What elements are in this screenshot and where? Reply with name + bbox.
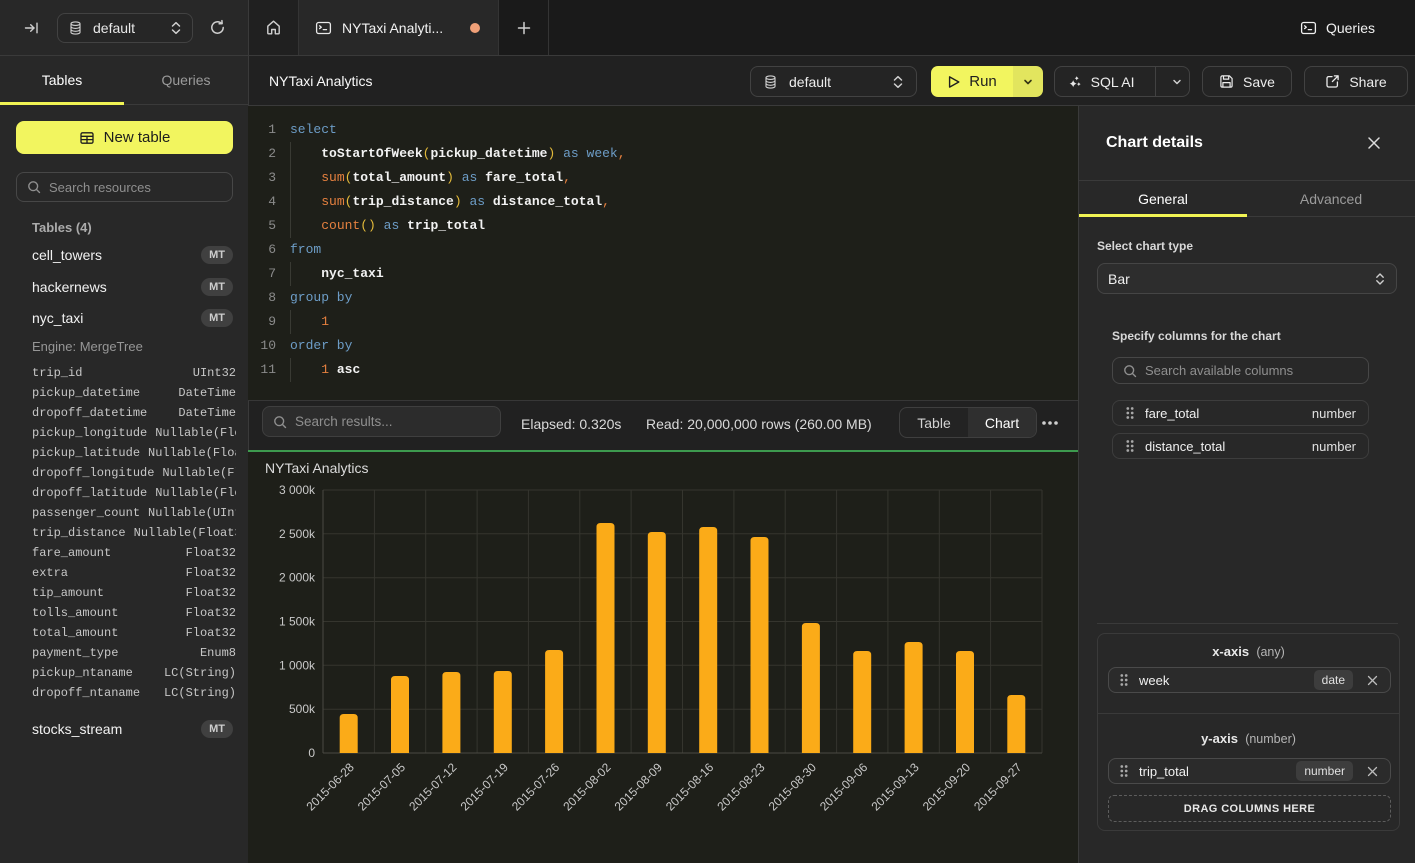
svg-text:2015-07-12: 2015-07-12 [406, 760, 460, 814]
svg-text:2015-08-23: 2015-08-23 [714, 760, 768, 814]
svg-text:2015-06-28: 2015-06-28 [304, 760, 358, 814]
svg-text:1 000k: 1 000k [279, 658, 316, 672]
svg-text:2015-08-02: 2015-08-02 [560, 760, 614, 814]
svg-text:2015-08-09: 2015-08-09 [612, 760, 666, 814]
svg-text:0: 0 [308, 746, 315, 760]
svg-text:2015-07-05: 2015-07-05 [355, 760, 409, 814]
svg-text:1 500k: 1 500k [279, 615, 316, 629]
svg-text:3 000k: 3 000k [279, 483, 316, 497]
svg-text:2015-07-26: 2015-07-26 [509, 760, 563, 814]
svg-text:2 500k: 2 500k [279, 527, 316, 541]
svg-text:2015-09-20: 2015-09-20 [920, 760, 974, 814]
svg-text:2015-08-30: 2015-08-30 [766, 760, 820, 814]
svg-text:2015-09-27: 2015-09-27 [971, 760, 1025, 814]
svg-text:2015-08-16: 2015-08-16 [663, 760, 717, 814]
svg-text:2015-09-06: 2015-09-06 [817, 760, 871, 814]
svg-text:2 000k: 2 000k [279, 571, 316, 585]
svg-text:2015-09-13: 2015-09-13 [868, 760, 922, 814]
svg-text:500k: 500k [289, 702, 316, 716]
svg-text:2015-07-19: 2015-07-19 [458, 760, 512, 814]
